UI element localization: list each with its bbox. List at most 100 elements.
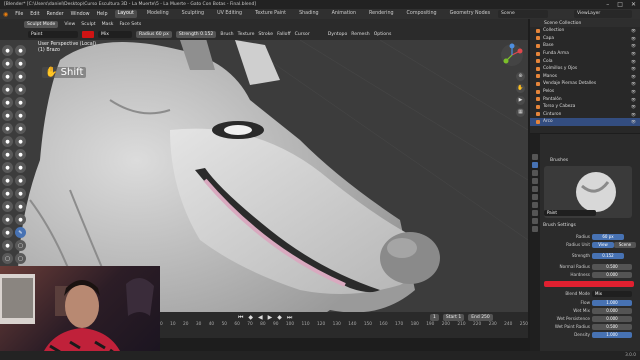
elastic-deform-icon[interactable]: ● xyxy=(2,149,13,160)
minimize-icon[interactable]: – xyxy=(606,1,609,8)
smear-icon[interactable]: ● xyxy=(2,240,13,251)
visibility-icon[interactable]: 👁 xyxy=(631,74,636,79)
end-frame-field[interactable]: End 250 xyxy=(468,314,493,321)
visibility-icon[interactable]: 👁 xyxy=(631,89,636,94)
strength-field[interactable]: Strength 0.152 xyxy=(175,31,217,38)
clay-icon[interactable]: ● xyxy=(2,58,13,69)
blend-selector[interactable]: Mix xyxy=(98,31,132,38)
remesh-menu[interactable]: Remesh xyxy=(351,32,369,37)
paint-color-swatch[interactable] xyxy=(82,31,94,38)
tab-geometry-nodes[interactable]: Geometry Nodes xyxy=(447,10,493,18)
view-layer-tab-icon[interactable] xyxy=(532,186,538,192)
strength-field[interactable]: 0.152 xyxy=(592,253,624,259)
visibility-icon[interactable]: 👁 xyxy=(631,81,636,86)
visibility-icon[interactable]: 👁 xyxy=(631,97,636,102)
outliner-item[interactable]: Torso y Cabeza 👁 xyxy=(530,103,640,111)
ortho-toggle-icon[interactable]: ▦ xyxy=(516,108,525,117)
menu-view[interactable]: View xyxy=(64,22,75,27)
start-frame-field[interactable]: Start 1 xyxy=(442,314,465,321)
hardness-field[interactable]: 0.000 xyxy=(592,272,632,278)
wet-paint-radius-field[interactable]: 0.500 xyxy=(592,324,632,330)
fill-icon[interactable]: ● xyxy=(15,110,26,121)
crease-icon[interactable]: ● xyxy=(2,97,13,108)
nudge-icon[interactable]: ● xyxy=(2,175,13,186)
tab-shading[interactable]: Shading xyxy=(296,10,322,18)
wet-mix-field[interactable]: 0.000 xyxy=(592,308,632,314)
outliner-item[interactable]: Pelos 👁 xyxy=(530,88,640,96)
scene-selector[interactable]: Scene xyxy=(498,10,548,18)
cloth-icon[interactable]: ● xyxy=(2,201,13,212)
visibility-icon[interactable]: 👁 xyxy=(631,28,636,33)
blend-mode-select[interactable]: Mix xyxy=(592,291,632,297)
density-field[interactable]: 1.000 xyxy=(592,332,632,338)
multiplane-scrape-icon[interactable]: ● xyxy=(15,123,26,134)
clay-strips-icon[interactable]: ● xyxy=(15,58,26,69)
navigation-gizmo[interactable] xyxy=(500,43,524,67)
menu-mask[interactable]: Mask xyxy=(102,22,114,27)
simplify-icon[interactable]: ● xyxy=(15,201,26,212)
pinch-icon[interactable]: ● xyxy=(2,136,13,147)
play-icon[interactable]: ▶ xyxy=(268,314,273,322)
tab-rendering[interactable]: Rendering xyxy=(366,10,397,18)
outliner-item[interactable]: Arco 👁 xyxy=(530,118,640,126)
scene-tab-icon[interactable] xyxy=(532,194,538,200)
visibility-icon[interactable]: 👁 xyxy=(631,119,636,124)
modifiers-tab-icon[interactable] xyxy=(532,218,538,224)
grab-icon[interactable]: ● xyxy=(15,136,26,147)
menu-face-sets[interactable]: Face Sets xyxy=(119,22,141,27)
radius-unit-view[interactable]: View xyxy=(592,242,614,248)
outliner-item[interactable]: Pantalón 👁 xyxy=(530,95,640,103)
pan-hand-icon[interactable]: ✋ xyxy=(516,84,525,93)
tab-layout[interactable]: Layout xyxy=(114,10,137,18)
blob-icon[interactable]: ● xyxy=(15,84,26,95)
boundary-icon[interactable]: ● xyxy=(15,188,26,199)
active-tool-tab-icon[interactable] xyxy=(532,162,538,168)
menu-falloff[interactable]: Falloff xyxy=(277,32,291,37)
draw-face-sets-icon[interactable]: ● xyxy=(15,214,26,225)
prev-keyframe-icon[interactable]: ◆ xyxy=(248,314,253,322)
tab-animation[interactable]: Animation xyxy=(329,10,359,18)
outliner-item[interactable]: Colmillos y Ojos 👁 xyxy=(530,65,640,73)
menu-window[interactable]: Window xyxy=(71,12,90,17)
jump-start-icon[interactable]: ⏮ xyxy=(238,314,243,322)
flatten-icon[interactable]: ● xyxy=(2,110,13,121)
zoom-icon[interactable]: ⊕ xyxy=(516,72,525,81)
maximize-icon[interactable]: □ xyxy=(617,1,623,8)
next-keyframe-icon[interactable]: ◆ xyxy=(277,314,282,322)
layer-icon[interactable]: ● xyxy=(15,71,26,82)
render-tab-icon[interactable] xyxy=(532,170,538,176)
timeline-ruler[interactable]: 0 10 20 30 40 50 60 70 80 90 100 110 120 130 140 150 160… xyxy=(160,322,528,328)
mode-selector[interactable]: Sculpt Mode xyxy=(24,20,59,28)
radius-unit-scene[interactable]: Scene xyxy=(614,242,636,248)
object-tab-icon[interactable] xyxy=(532,210,538,216)
clay-thumb-icon[interactable]: ● xyxy=(2,71,13,82)
menu-help[interactable]: Help xyxy=(97,12,108,17)
properties-panel[interactable]: Brushes Paint Brush Settings Radius 60 p… xyxy=(530,134,640,351)
jump-end-icon[interactable]: ⏭ xyxy=(287,314,292,322)
radius-field[interactable]: 60 px xyxy=(592,234,624,240)
visibility-icon[interactable]: 👁 xyxy=(631,36,636,41)
tab-uv-editing[interactable]: UV Editing xyxy=(214,10,245,18)
radius-field[interactable]: Radius 60 px xyxy=(136,31,172,38)
menu-texture[interactable]: Texture xyxy=(238,32,255,37)
outliner-item[interactable]: Vendaje Piernas Detalles 👁 xyxy=(530,80,640,88)
rotate-icon[interactable]: ● xyxy=(15,175,26,186)
output-tab-icon[interactable] xyxy=(532,178,538,184)
play-reverse-icon[interactable]: ◀ xyxy=(258,314,263,322)
tab-texture-paint[interactable]: Texture Paint xyxy=(252,10,289,18)
color-picker-swatch[interactable] xyxy=(544,281,634,287)
close-icon[interactable]: ✕ xyxy=(631,1,636,8)
menu-render[interactable]: Render xyxy=(47,12,64,17)
inflate-icon[interactable]: ● xyxy=(2,84,13,95)
snake-hook-icon[interactable]: ● xyxy=(15,149,26,160)
outliner-panel[interactable]: Scene Collection Collection 👁 Capa 👁 Base 👁… xyxy=(530,19,640,133)
blender-logo-icon[interactable]: ◉ xyxy=(3,11,8,18)
visibility-icon[interactable]: 👁 xyxy=(631,112,636,117)
smooth-icon[interactable]: ● xyxy=(15,97,26,108)
menu-edit[interactable]: Edit xyxy=(30,12,39,17)
menu-stroke[interactable]: Stroke xyxy=(258,32,273,37)
menu-cursor[interactable]: Cursor xyxy=(295,32,310,37)
camera-view-icon[interactable]: ▶ xyxy=(516,96,525,105)
current-frame-field[interactable]: 1 xyxy=(430,314,439,321)
menu-file[interactable]: File xyxy=(15,12,23,17)
